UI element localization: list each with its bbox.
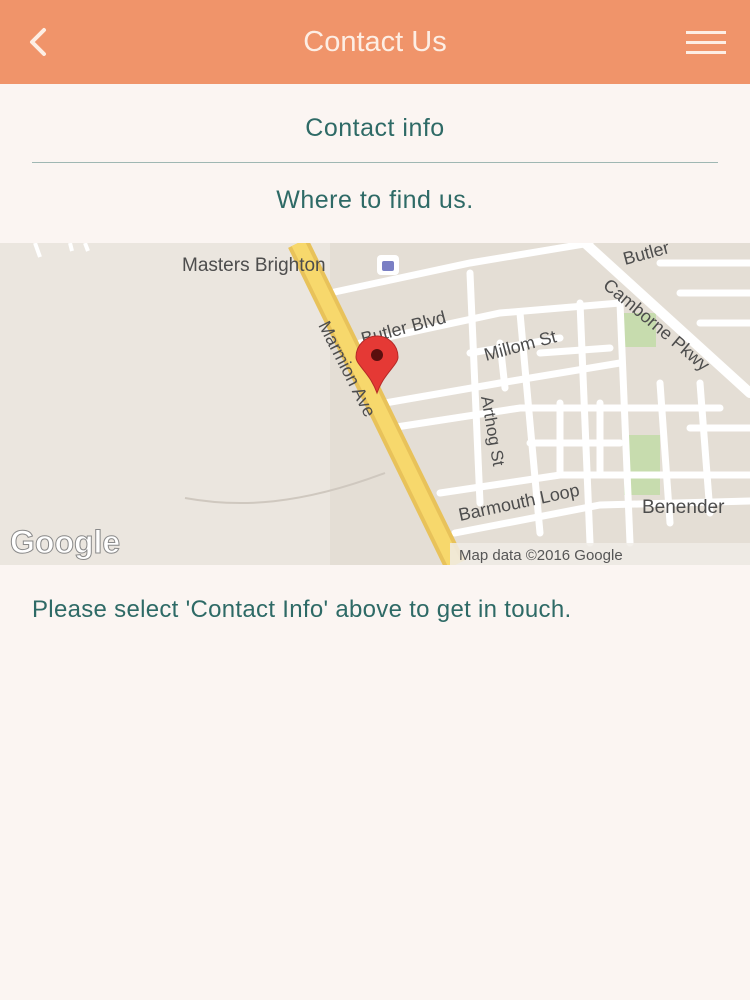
shopping-bag-icon xyxy=(377,255,399,275)
map-attribution: Map data ©2016 Google xyxy=(459,547,623,564)
menu-button[interactable] xyxy=(686,30,728,56)
divider xyxy=(32,162,718,163)
back-button[interactable] xyxy=(20,22,60,62)
hamburger-menu-icon xyxy=(686,31,726,54)
map-view[interactable]: Masters Brighton Marmion Ave Butler Blvd… xyxy=(0,243,750,565)
google-logo: Google xyxy=(10,524,120,560)
app-header: Contact Us xyxy=(0,0,750,84)
chevron-left-icon xyxy=(30,28,46,56)
contact-info-link[interactable]: Contact info xyxy=(0,108,750,148)
where-to-find-heading: Where to find us. xyxy=(276,186,474,214)
street-label-benender: Benender xyxy=(642,497,725,518)
page-title: Contact Us xyxy=(303,26,447,58)
map-label-masters-brighton: Masters Brighton xyxy=(182,255,326,276)
contact-message: Please select 'Contact Info' above to ge… xyxy=(32,596,572,623)
